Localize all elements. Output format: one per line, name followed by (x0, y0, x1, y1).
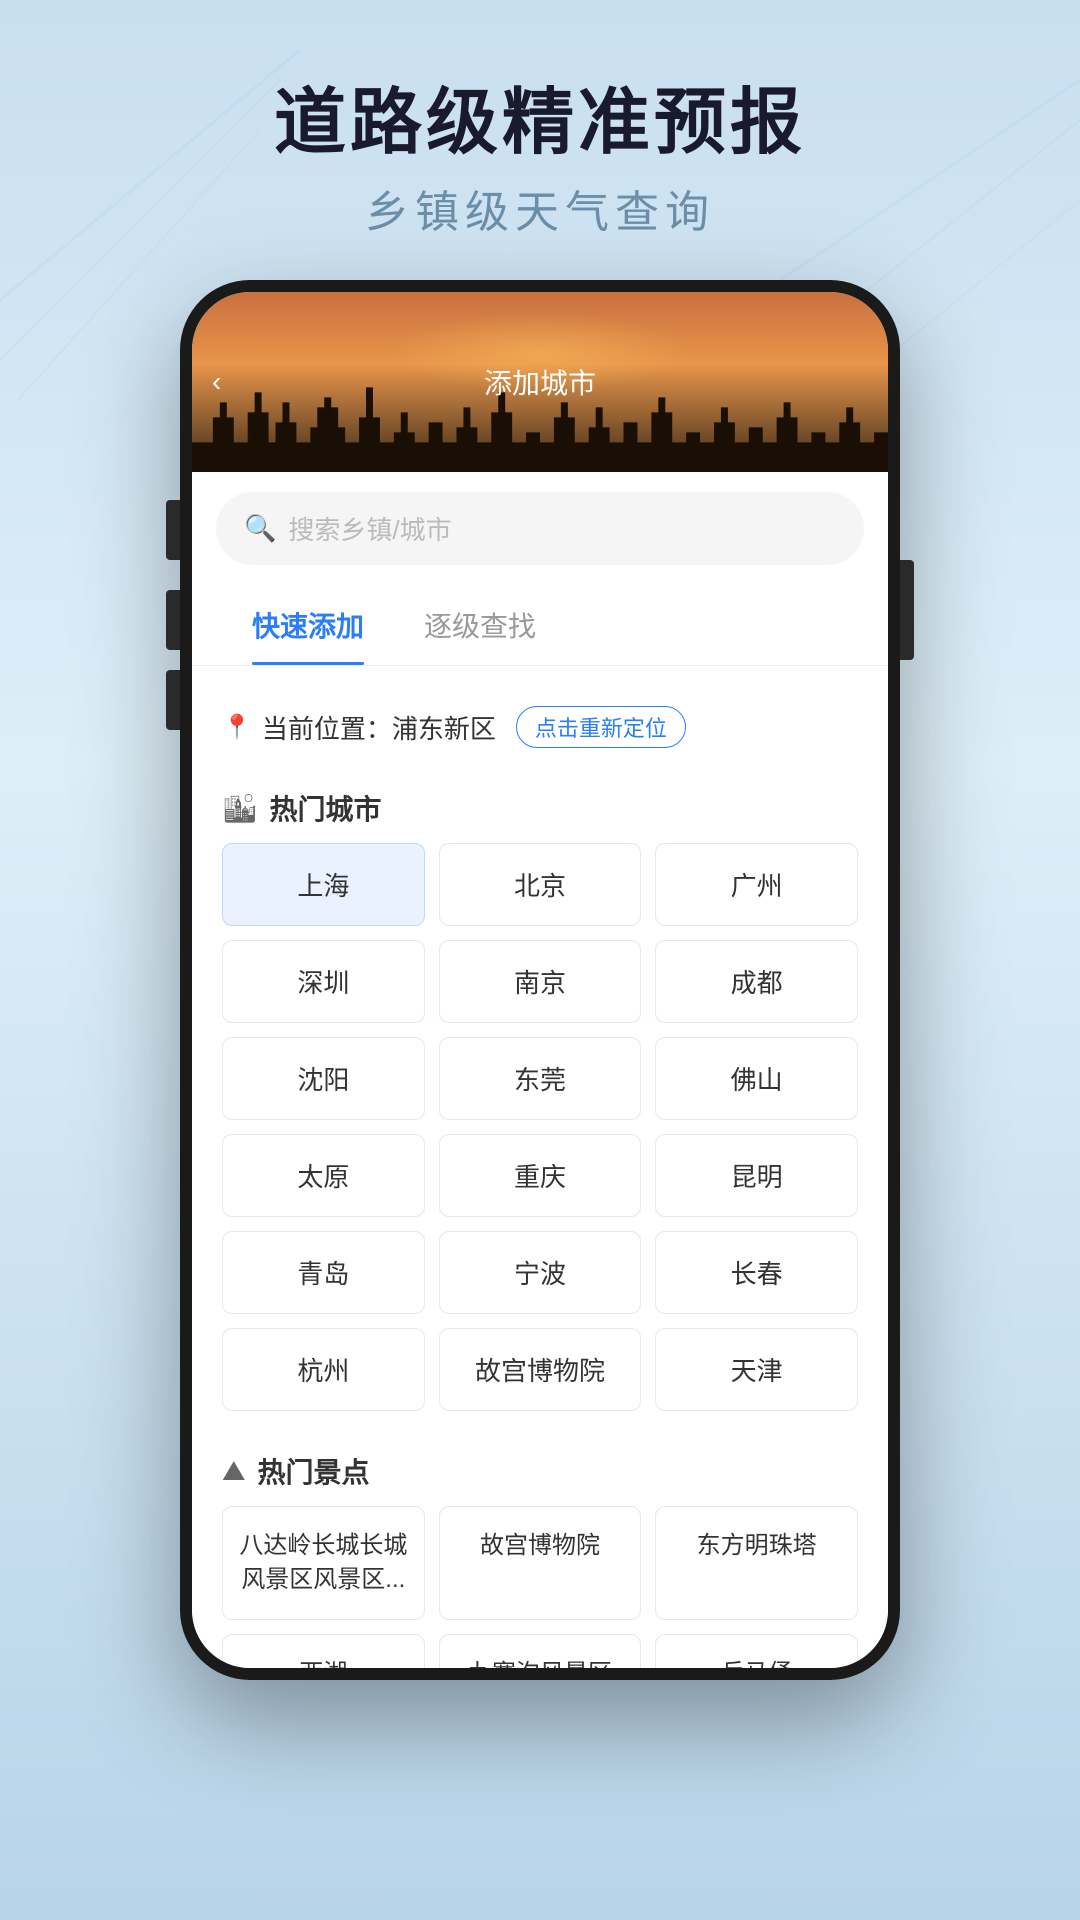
header-title: 添加城市 (484, 362, 596, 402)
attractions-grid: 八达岭长城长城 风景区风景区...故宫博物院东方明珠塔西湖九寨沟风景区兵马俑 (222, 1506, 858, 1668)
city-cell-东莞[interactable]: 东莞 (439, 1037, 642, 1120)
search-input-placeholder[interactable]: 搜索乡镇/城市 (288, 510, 451, 547)
city-cell-南京[interactable]: 南京 (439, 940, 642, 1023)
city-cell-太原[interactable]: 太原 (222, 1134, 425, 1217)
city-grid: 上海北京广州深圳南京成都沈阳东莞佛山太原重庆昆明青岛宁波长春杭州故宫博物院天津 (222, 843, 858, 1411)
city-cell-沈阳[interactable]: 沈阳 (222, 1037, 425, 1120)
city-cell-长春[interactable]: 长春 (655, 1231, 858, 1314)
location-text: 当前位置：浦东新区 (262, 709, 496, 746)
tabs-row: 快速添加 逐级查找 (192, 585, 888, 666)
hot-cities-title: 热门城市 (270, 788, 382, 828)
hot-cities-header: 🏙 热门城市 (222, 768, 858, 843)
city-cell-深圳[interactable]: 深圳 (222, 940, 425, 1023)
city-cell-宁波[interactable]: 宁波 (439, 1231, 642, 1314)
attraction-cell[interactable]: 西湖 (222, 1634, 425, 1669)
hot-cities-icon: 🏙 (222, 792, 258, 825)
city-cell-上海[interactable]: 上海 (222, 843, 425, 926)
attractions-title: 热门景点 (258, 1451, 370, 1491)
page-background: 道路级精准预报 乡镇级天气查询 ‹ 添加城市 🔍 搜索乡镇/城市 (0, 0, 1080, 1920)
search-bar-wrapper: 🔍 搜索乡镇/城市 (192, 472, 888, 585)
back-button[interactable]: ‹ (212, 366, 221, 398)
phone-screen: ‹ 添加城市 🔍 搜索乡镇/城市 快速添加 逐级查找 📍 当前 (192, 292, 888, 1668)
app-header: ‹ 添加城市 (192, 292, 888, 472)
city-cell-天津[interactable]: 天津 (655, 1328, 858, 1411)
hero-section: 道路级精准预报 乡镇级天气查询 (0, 0, 1080, 280)
search-bar[interactable]: 🔍 搜索乡镇/城市 (216, 492, 864, 565)
attraction-cell[interactable]: 兵马俑 (655, 1634, 858, 1669)
city-cell-青岛[interactable]: 青岛 (222, 1231, 425, 1314)
attractions-section: ⛰ 热门景点 八达岭长城长城 风景区风景区...故宫博物院东方明珠塔西湖九寨沟风… (222, 1431, 858, 1668)
content-area: 📍 当前位置：浦东新区 点击重新定位 🏙 热门城市 上海北京广州深圳南京成都沈阳… (192, 666, 888, 1668)
city-cell-北京[interactable]: 北京 (439, 843, 642, 926)
attractions-header: ⛰ 热门景点 (222, 1431, 858, 1506)
phone-mockup: ‹ 添加城市 🔍 搜索乡镇/城市 快速添加 逐级查找 📍 当前 (180, 280, 900, 1680)
attraction-cell[interactable]: 八达岭长城长城 风景区风景区... (222, 1506, 425, 1619)
attractions-icon: ⛰ (222, 1455, 246, 1488)
city-cell-广州[interactable]: 广州 (655, 843, 858, 926)
location-row: 📍 当前位置：浦东新区 点击重新定位 (222, 686, 858, 768)
attraction-cell[interactable]: 九寨沟风景区 (439, 1634, 642, 1669)
city-cell-成都[interactable]: 成都 (655, 940, 858, 1023)
city-cell-故宫博物院[interactable]: 故宫博物院 (439, 1328, 642, 1411)
city-cell-昆明[interactable]: 昆明 (655, 1134, 858, 1217)
hero-subtitle: 乡镇级天气查询 (0, 176, 1080, 240)
relocate-button[interactable]: 点击重新定位 (516, 706, 686, 748)
search-icon: 🔍 (244, 513, 276, 544)
city-cell-杭州[interactable]: 杭州 (222, 1328, 425, 1411)
attraction-cell[interactable]: 故宫博物院 (439, 1506, 642, 1619)
attraction-cell[interactable]: 东方明珠塔 (655, 1506, 858, 1619)
tab-quick-add[interactable]: 快速添加 (222, 585, 394, 665)
tab-browse[interactable]: 逐级查找 (394, 585, 566, 665)
city-cell-重庆[interactable]: 重庆 (439, 1134, 642, 1217)
hero-title: 道路级精准预报 (0, 80, 1080, 166)
location-pin-icon: 📍 (222, 713, 252, 742)
city-cell-佛山[interactable]: 佛山 (655, 1037, 858, 1120)
